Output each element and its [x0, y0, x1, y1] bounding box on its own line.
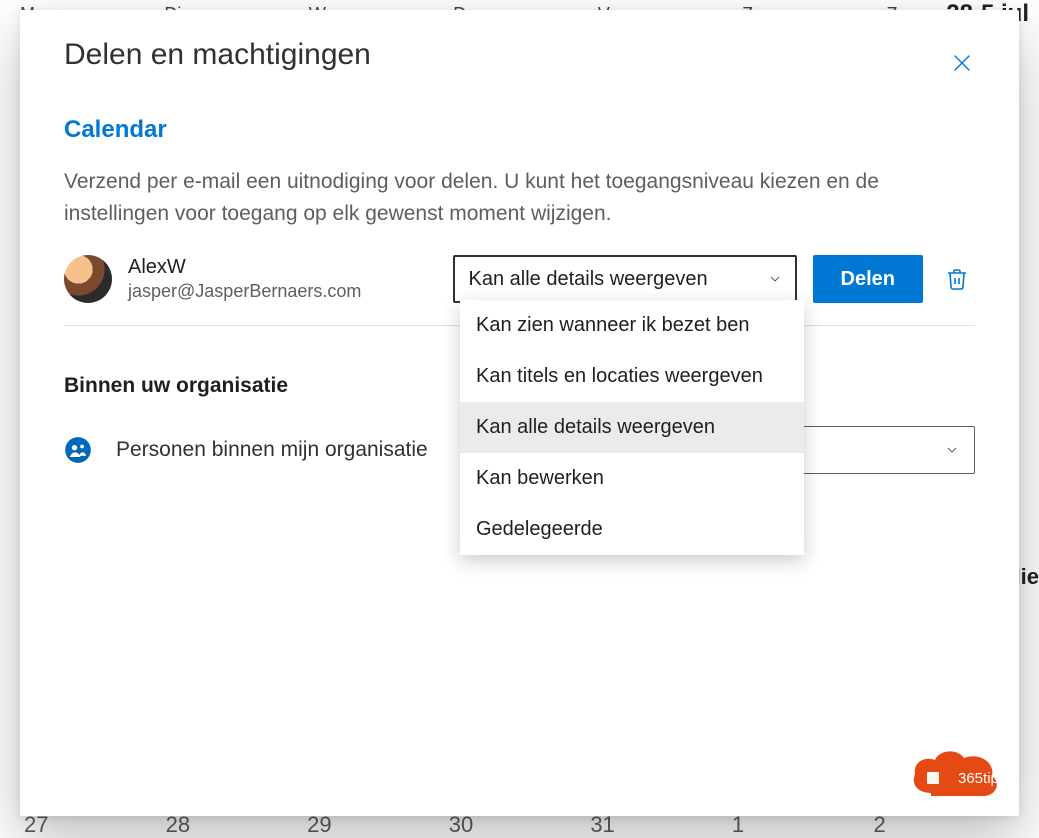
permission-dropdown[interactable]: Kan zien wanneer ik bezet benKan titels … — [460, 300, 804, 555]
permission-option[interactable]: Kan alle details weergeven — [460, 402, 804, 453]
avatar — [64, 255, 112, 303]
org-label: Personen binnen mijn organisatie — [116, 438, 428, 462]
permission-option[interactable]: Kan zien wanneer ik bezet ben — [460, 300, 804, 351]
user-email: jasper@JasperBernaers.com — [128, 281, 437, 302]
share-button[interactable]: Delen — [813, 255, 923, 303]
permission-select[interactable]: Kan alle details weergeven — [453, 255, 797, 303]
dialog-title: Delen en machtigingen — [64, 38, 975, 72]
close-icon — [951, 52, 973, 74]
user-name: AlexW — [128, 256, 437, 279]
permission-option[interactable]: Kan bewerken — [460, 453, 804, 504]
organization-icon — [64, 436, 92, 464]
calendar-link[interactable]: Calendar — [64, 116, 975, 144]
permission-select-value: Kan alle details weergeven — [469, 268, 708, 291]
permission-option[interactable]: Gedelegeerde — [460, 504, 804, 555]
badge-text: 365tips — [958, 770, 1001, 787]
dialog-description: Verzend per e-mail een uitnodiging voor … — [64, 166, 904, 229]
share-permissions-dialog: Delen en machtigingen Calendar Verzend p… — [20, 10, 1019, 816]
permission-option[interactable]: Kan titels en locaties weergeven — [460, 351, 804, 402]
chevron-down-icon — [767, 271, 783, 287]
365tips-badge: 365tips — [909, 748, 1001, 806]
trash-icon — [945, 267, 969, 291]
close-button[interactable] — [949, 50, 975, 76]
delete-button[interactable] — [939, 261, 975, 297]
chevron-down-icon — [944, 442, 960, 458]
